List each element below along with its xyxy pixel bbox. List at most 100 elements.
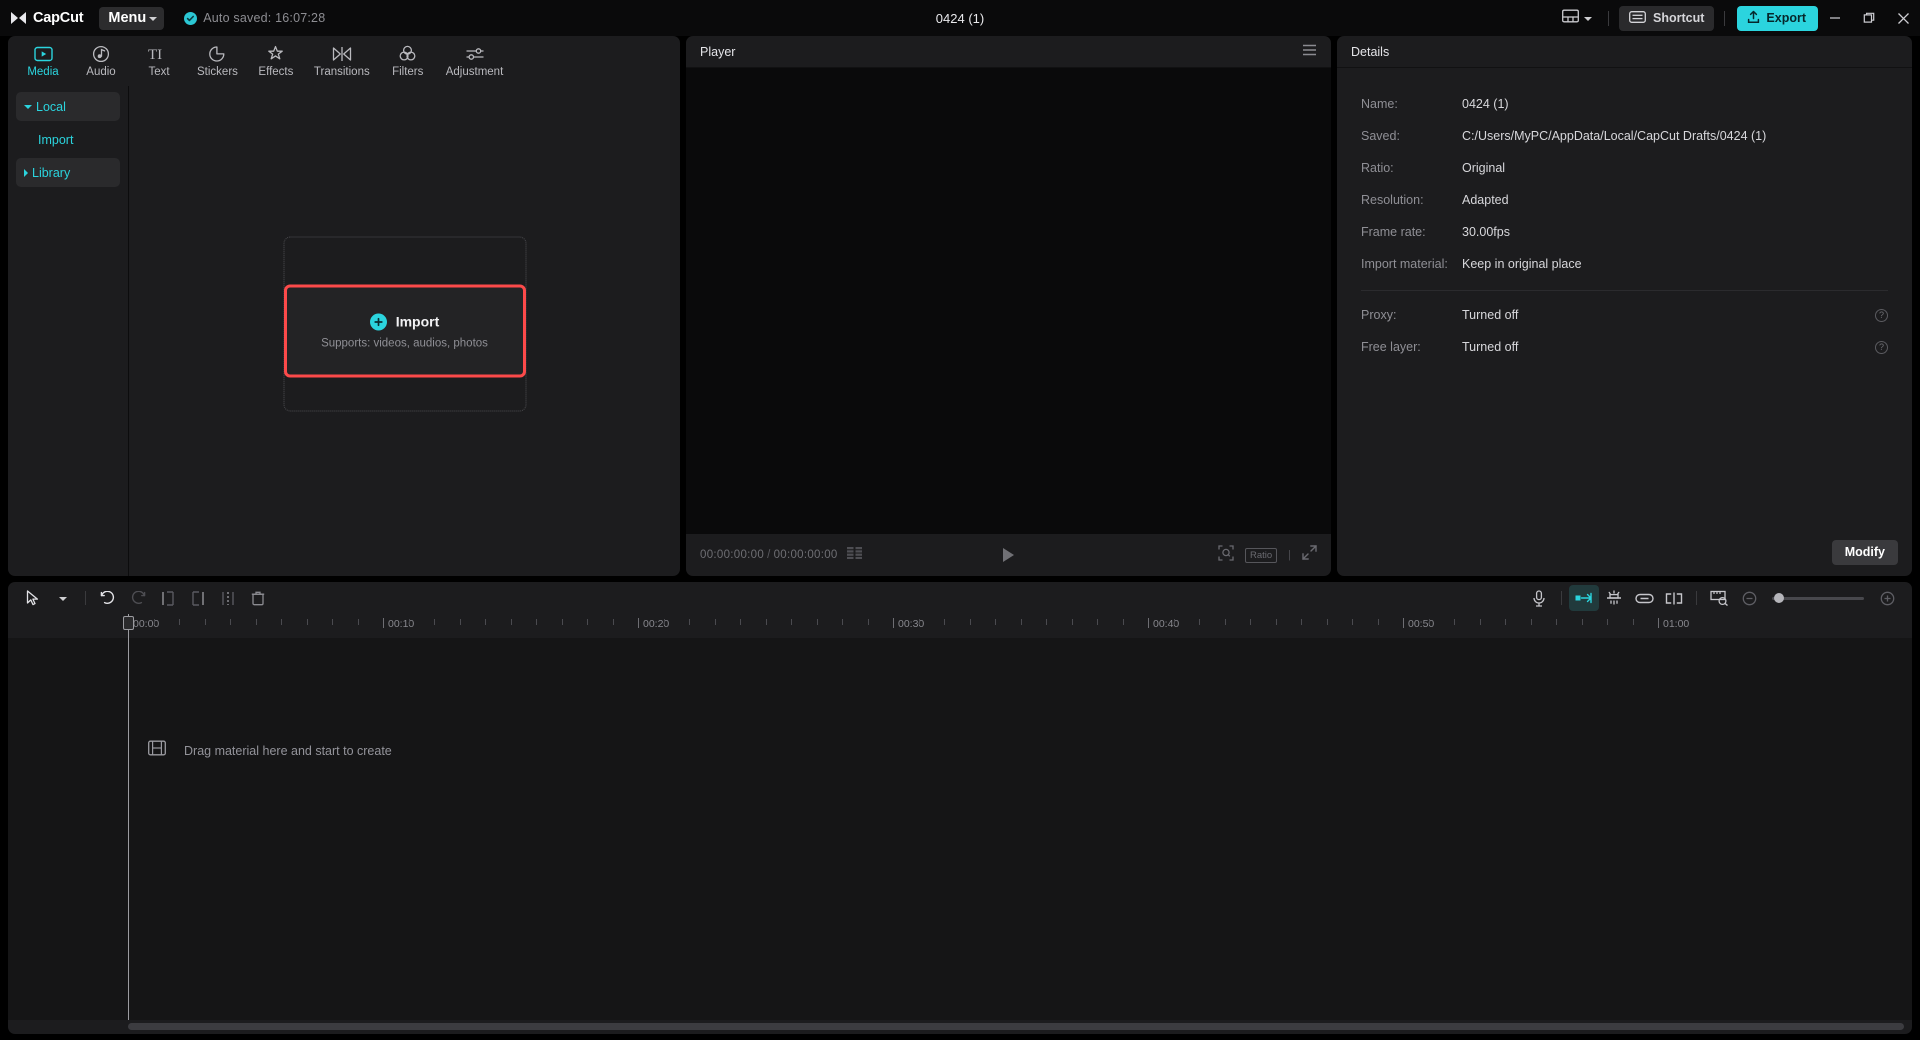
ruler-tick-minor [1607, 619, 1608, 625]
detail-row-free-layer: Free layer: Turned off ? [1361, 331, 1888, 363]
detail-row-proxy: Proxy: Turned off ? [1361, 299, 1888, 331]
details-panel: Details Name: 0424 (1) Saved: C:/Users/M… [1337, 36, 1912, 576]
playhead-handle[interactable] [123, 616, 134, 630]
keyboard-icon [1629, 10, 1646, 26]
tab-transitions[interactable]: Transitions [305, 37, 379, 85]
sidebar-item-local[interactable]: Local [16, 92, 120, 121]
sidebar-item-import[interactable]: Import [16, 125, 120, 154]
import-label: Import [395, 313, 440, 330]
import-button[interactable]: Import Supports: videos, audios, photos [283, 284, 526, 378]
ruler-label: 00:50 [1408, 618, 1435, 630]
ruler-tick-minor [1275, 619, 1277, 625]
chevron-down-icon [149, 17, 158, 21]
export-label: Export [1766, 11, 1806, 25]
zoom-out-button[interactable] [1734, 585, 1764, 611]
chevron-down-icon [1584, 17, 1593, 21]
sidebar-item-import-label: Import [38, 132, 74, 147]
shortcut-button[interactable]: Shortcut [1619, 5, 1715, 31]
tab-filters[interactable]: Filters [379, 37, 437, 85]
delete-button[interactable] [243, 585, 273, 611]
text-icon: TI [148, 44, 170, 63]
drag-material-hint[interactable]: Drag material here and start to create [148, 740, 392, 761]
detail-value: Adapted [1462, 193, 1509, 207]
tab-text[interactable]: TI Text [130, 37, 188, 85]
tab-adjustment[interactable]: Adjustment [437, 37, 513, 85]
export-button[interactable]: Export [1737, 5, 1818, 31]
upper-region: Media Audio TI Text Stickers Effects Tra… [0, 36, 1920, 576]
play-button[interactable] [1003, 548, 1014, 562]
chevron-down-icon [24, 104, 32, 109]
measure-tool-button[interactable] [1704, 585, 1734, 611]
ruler-tick-minor [740, 619, 741, 625]
player-menu-icon[interactable] [1302, 44, 1317, 59]
timeline-tracks[interactable]: Drag material here and start to create [8, 638, 1912, 1020]
ruler-tick-minor [1071, 619, 1073, 625]
select-tool-dropdown[interactable] [48, 585, 78, 611]
stickers-icon [208, 44, 226, 63]
undo-button[interactable] [93, 585, 123, 611]
timeline-zoom-slider[interactable] [1772, 593, 1864, 603]
help-icon[interactable]: ? [1875, 308, 1888, 322]
detail-row-framerate: Frame rate: 30.00fps [1361, 216, 1888, 248]
timeline-toolbar-right [1524, 585, 1902, 611]
ruler-tick-major [1148, 618, 1149, 628]
tab-stickers[interactable]: Stickers [188, 37, 247, 85]
ruler-label: 00:20 [643, 618, 670, 630]
detail-value: 30.00fps [1462, 225, 1510, 239]
redo-button[interactable] [123, 585, 153, 611]
split-left-button[interactable] [153, 585, 183, 611]
link-clips-button[interactable] [1629, 585, 1659, 611]
player-canvas[interactable] [686, 68, 1331, 534]
select-tool-button[interactable] [18, 585, 48, 611]
sidebar-item-library[interactable]: Library [16, 158, 120, 187]
divider [1561, 591, 1562, 605]
timeline-ruler-ticks: 00:00 00:10 00:20 00:30 00:40 00:50 01:00 [128, 614, 1912, 638]
zoom-in-button[interactable] [1872, 585, 1902, 611]
timeline-playhead[interactable] [123, 614, 134, 1020]
tab-media[interactable]: Media [14, 37, 72, 85]
filters-icon [398, 44, 417, 63]
shortcut-label: Shortcut [1653, 11, 1705, 25]
ruler-tick-minor [204, 619, 206, 625]
split-right-button[interactable] [183, 585, 213, 611]
layout-switch-button[interactable] [1556, 4, 1598, 32]
snap-toggle-button[interactable] [1569, 585, 1599, 611]
help-icon[interactable]: ? [1875, 340, 1888, 354]
ruler-tick-minor [1224, 619, 1226, 625]
modify-button[interactable]: Modify [1831, 539, 1898, 565]
ruler-tick-minor [1326, 619, 1328, 625]
ruler-tick-minor [587, 619, 588, 625]
player-title: Player [700, 44, 736, 59]
tab-stickers-label: Stickers [197, 66, 238, 78]
split-clip-button[interactable] [213, 585, 243, 611]
divider [1361, 290, 1888, 291]
ruler-tick-minor [1530, 619, 1532, 625]
ruler-tick-minor [459, 619, 461, 625]
sidebar-item-local-label: Local [36, 99, 66, 114]
ruler-label: 00:10 [388, 618, 415, 630]
mirror-split-button[interactable] [1659, 585, 1689, 611]
details-footer: Modify [1337, 528, 1912, 576]
film-strip-icon [148, 740, 166, 761]
ruler-tick-minor [510, 619, 512, 625]
tab-effects[interactable]: Effects [247, 37, 305, 85]
close-button[interactable] [1886, 0, 1920, 36]
ruler-tick-major [893, 618, 894, 628]
media-icon [33, 44, 53, 63]
tab-audio[interactable]: Audio [72, 37, 130, 85]
timeline-panel: 00:00 00:10 00:20 00:30 00:40 00:50 01:00 Drag… [8, 582, 1912, 1034]
timeline-horizontal-scrollbar[interactable] [128, 1023, 1904, 1030]
timeline-zoom-knob[interactable] [1774, 593, 1784, 603]
tab-adjustment-label: Adjustment [445, 66, 504, 78]
detail-value: C:/Users/MyPC/AppData/Local/CapCut Draft… [1462, 129, 1767, 143]
maximize-button[interactable] [1852, 0, 1886, 36]
ruler-tick-minor [357, 619, 359, 625]
tab-audio-label: Audio [86, 66, 116, 78]
auto-adjust-button[interactable] [1599, 585, 1629, 611]
minimize-button[interactable] [1818, 0, 1852, 36]
timeline-ruler[interactable]: 00:00 00:10 00:20 00:30 00:40 00:50 01:00 [8, 614, 1912, 638]
menu-button[interactable]: Menu [99, 6, 165, 30]
ruler-tick-minor [332, 619, 333, 625]
record-voiceover-button[interactable] [1524, 585, 1554, 611]
app-logo: CapCut [10, 10, 84, 26]
